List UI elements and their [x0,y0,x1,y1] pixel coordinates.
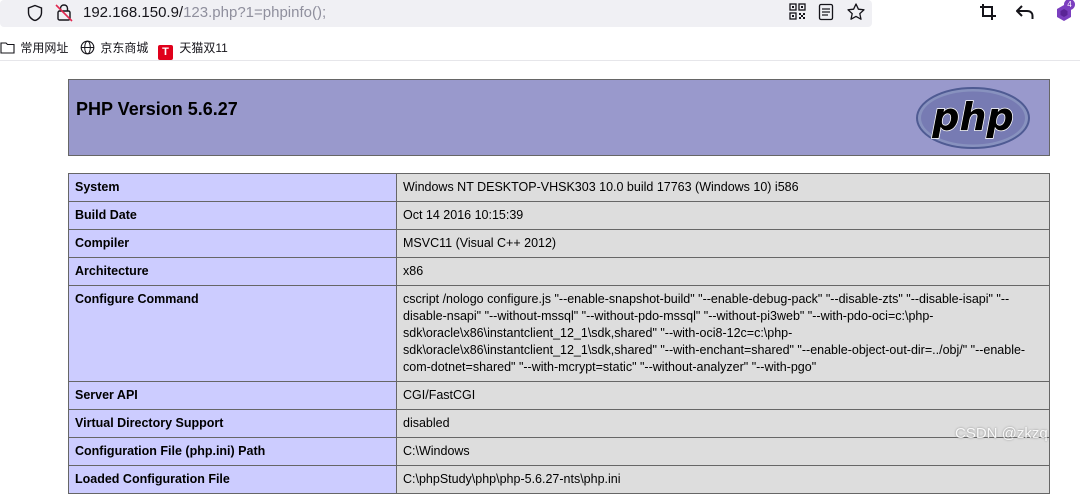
page-title: PHP Version 5.6.27 [76,99,238,119]
row-value: C:\Windows [396,437,1050,466]
row-value: C:\phpStudy\php\php-5.6.27-nts\php.ini [396,465,1050,494]
row-value: Windows NT DESKTOP-VHSK303 10.0 build 17… [396,173,1050,202]
row-key: System [68,173,397,202]
bookmark-item-jd[interactable]: 京东商城 [80,39,148,56]
phpinfo-table: System Windows NT DESKTOP-VHSK303 10.0 bu… [68,173,1050,494]
table-row: Server API CGI/FastCGI [68,381,1050,410]
bookmarks-toolbar: 常用网址 京东商城 T 天猫双11 [0,31,1080,61]
table-row: Architecture x86 [68,257,1050,286]
table-row: Configuration File (php.ini) Path C:\Wind… [68,437,1050,466]
row-key: Build Date [68,201,397,230]
url-text[interactable]: 192.168.150.9/123.php?1=phpinfo(); [83,4,326,21]
phpinfo-table-body: System Windows NT DESKTOP-VHSK303 10.0 bu… [68,173,1050,494]
row-key: Configuration File (php.ini) Path [68,437,397,466]
tmall-icon: T [158,45,173,60]
bookmark-label: 常用网址 [20,41,69,55]
php-version-header: PHP Version 5.6.27 php [68,79,1050,156]
bookmark-label: 京东商城 [100,41,149,55]
watermark: CSDN @zkzq [955,425,1048,442]
row-key: Virtual Directory Support [68,409,397,438]
table-row: Loaded Configuration File C:\phpStudy\php… [68,465,1050,494]
table-row: Configure Command cscript /nologo configu… [68,285,1050,382]
table-row: Virtual Directory Support disabled [68,409,1050,438]
row-value: CGI/FastCGI [396,381,1050,410]
row-value: cscript /nologo configure.js "--enable-s… [396,285,1050,382]
shield-icon[interactable] [26,4,44,22]
row-value: Oct 14 2016 10:15:39 [396,201,1050,230]
browser-toolbar: 192.168.150.9/123.php?1=phpinfo(); 4 [0,0,1080,28]
row-key: Loaded Configuration File [68,465,397,494]
bookmark-label: 天猫双11 [179,41,228,55]
url-path: 123.php?1=phpinfo(); [183,4,327,21]
row-key: Server API [68,381,397,410]
reader-view-icon[interactable] [818,3,834,21]
bookmark-item-tmall[interactable]: T 天猫双11 [158,39,228,60]
qrcode-icon[interactable] [789,3,806,20]
crop-screenshot-icon[interactable] [979,3,997,21]
back-arrow-icon[interactable] [1015,3,1035,21]
bookmark-star-icon[interactable] [846,2,866,22]
address-bar[interactable]: 192.168.150.9/123.php?1=phpinfo(); [0,0,872,27]
bookmark-item-changyong[interactable]: 常用网址 [0,39,68,56]
row-value: x86 [396,257,1050,286]
php-logo-text: php [931,95,1013,139]
folder-icon [0,42,15,54]
php-logo: php [916,87,1030,149]
table-row: Build Date Oct 14 2016 10:15:39 [68,201,1050,230]
globe-icon [80,40,95,55]
table-row: System Windows NT DESKTOP-VHSK303 10.0 bu… [68,173,1050,202]
row-key: Configure Command [68,285,397,382]
url-host: 192.168.150.9/ [83,4,184,21]
row-key: Architecture [68,257,397,286]
row-key: Compiler [68,229,397,258]
row-value: disabled [396,409,1050,438]
table-row: Compiler MSVC11 (Visual C++ 2012) [68,229,1050,258]
insecure-lock-icon[interactable] [55,3,73,23]
row-value: MSVC11 (Visual C++ 2012) [396,229,1050,258]
